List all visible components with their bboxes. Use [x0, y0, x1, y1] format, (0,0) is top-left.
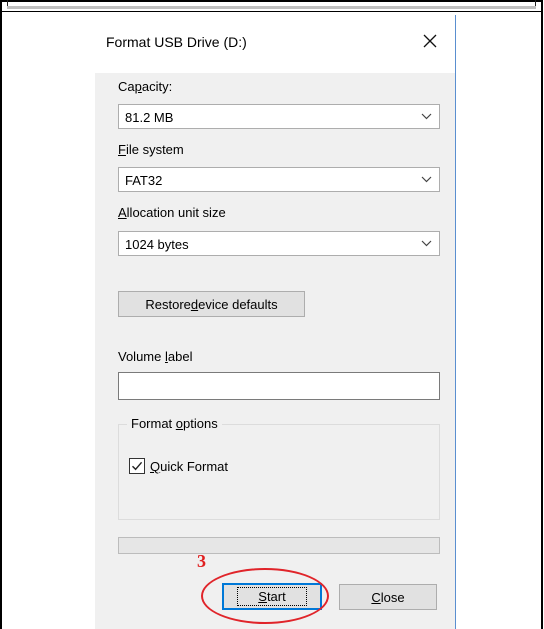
- volume-label-label: Volume label: [118, 349, 193, 364]
- step-number-annotation: 3: [197, 551, 206, 571]
- chevron-down-icon: [421, 240, 432, 247]
- quick-format-checkbox[interactable]: [129, 458, 145, 474]
- close-icon[interactable]: [415, 27, 445, 55]
- start-highlight-ellipse: [201, 568, 329, 624]
- quick-format-label[interactable]: Quick Format: [150, 459, 228, 474]
- allocation-unit-value: 1024 bytes: [125, 237, 189, 252]
- allocation-unit-select[interactable]: 1024 bytes: [118, 231, 440, 256]
- previous-image-edge: [7, 6, 536, 9]
- table-border-left: [0, 0, 2, 629]
- format-options-group: Format options Quick Format: [118, 416, 440, 520]
- volume-label-input[interactable]: [118, 372, 440, 400]
- allocation-unit-label: Allocation unit size: [118, 205, 226, 220]
- close-button[interactable]: Close: [339, 584, 437, 610]
- chevron-down-icon: [421, 113, 432, 120]
- checkmark-icon: [132, 461, 143, 471]
- format-dialog: Format USB Drive (D:) Capacity: 81.2 MB …: [95, 15, 456, 629]
- restore-defaults-button[interactable]: Restore d evice defaults: [118, 291, 305, 317]
- capacity-value: 81.2 MB: [125, 110, 174, 125]
- capacity-select[interactable]: 81.2 MB: [118, 104, 440, 129]
- file-system-label: File system: [118, 142, 184, 157]
- title-bar[interactable]: Format USB Drive (D:): [95, 15, 455, 73]
- format-options-title: Format options: [127, 416, 222, 431]
- file-system-select[interactable]: FAT32: [118, 167, 440, 192]
- chevron-down-icon: [421, 176, 432, 183]
- dialog-title: Format USB Drive (D:): [106, 34, 247, 50]
- capacity-label: Capacity:: [118, 79, 173, 94]
- format-progress-bar: [118, 537, 440, 554]
- file-system-value: FAT32: [125, 173, 163, 188]
- table-border-right: [541, 0, 543, 629]
